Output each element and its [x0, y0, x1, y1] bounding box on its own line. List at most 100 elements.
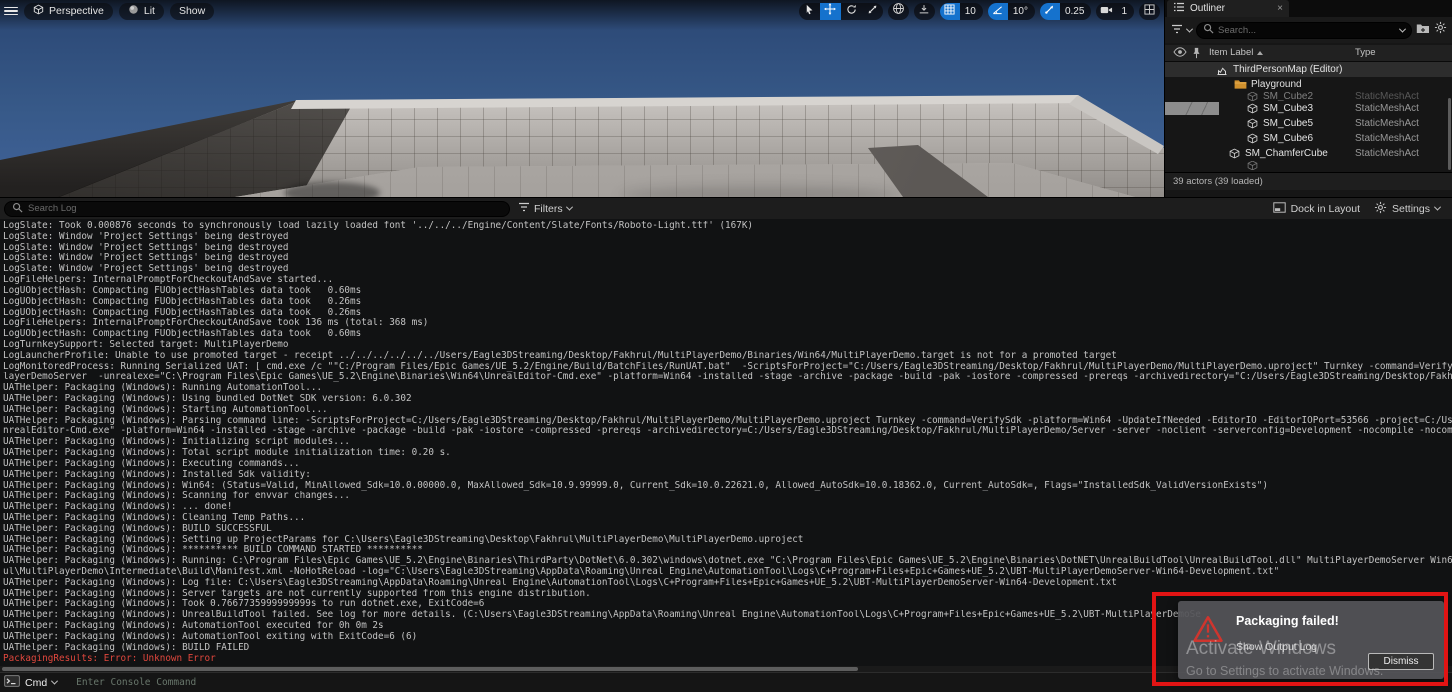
outliner-item-type: StaticMeshAct — [1355, 148, 1447, 159]
log-line: LogUObjectHash: Compacting FUObjectHashT… — [3, 308, 1452, 319]
console-mode-dropdown[interactable]: Cmd — [25, 677, 47, 689]
row-swatch — [1165, 102, 1219, 115]
viewport-layout-button[interactable] — [1139, 3, 1160, 20]
outliner-row[interactable]: ThirdPersonMap (Editor) — [1165, 62, 1452, 77]
filters-dropdown[interactable]: Filters — [518, 202, 572, 215]
dock-in-layout-button[interactable]: Dock in Layout — [1273, 202, 1360, 216]
mesh-icon — [1245, 92, 1259, 101]
outliner-row[interactable]: SM_ChamferCube StaticMeshAct — [1165, 146, 1452, 161]
quad-view-icon — [1144, 3, 1155, 20]
camera-speed-control[interactable]: 1 — [1096, 3, 1134, 20]
outliner-settings-icon[interactable] — [1434, 21, 1447, 39]
log-line: ul\MultiPlayerDemo\Intermediate\Build\Ma… — [3, 567, 1452, 578]
outliner-search-box[interactable] — [1196, 22, 1412, 39]
log-line: UATHelper: Packaging (Windows): Total sc… — [3, 448, 1452, 459]
outliner-row[interactable]: Playground — [1165, 77, 1452, 92]
world-local-toggle[interactable] — [888, 3, 909, 20]
show-button[interactable]: Show — [170, 3, 214, 20]
outliner-footer: 39 actors (39 loaded) — [1165, 172, 1452, 190]
viewport-menu-icon[interactable] — [4, 5, 18, 17]
surface-snapping-button[interactable] — [914, 3, 935, 20]
scale-snap-control[interactable]: 0.25 — [1040, 3, 1091, 20]
select-tool-button[interactable] — [799, 3, 820, 20]
mesh-icon — [1227, 148, 1241, 159]
move-icon — [824, 3, 836, 20]
grid-snap-value: 10 — [960, 6, 983, 17]
transform-tool-group — [799, 3, 883, 20]
outliner-item-type: StaticMeshAct — [1355, 133, 1447, 144]
log-line: UATHelper: Packaging (Windows): Server t… — [3, 589, 1452, 600]
rotation-snap-icon — [988, 3, 1008, 20]
new-folder-icon[interactable] — [1416, 21, 1430, 39]
outliner-item-type: StaticMeshAct — [1355, 92, 1447, 101]
type-column-header[interactable]: Type — [1355, 47, 1376, 58]
outliner-row[interactable] — [1165, 161, 1452, 170]
log-search-input[interactable] — [28, 203, 502, 214]
pin-column-icon[interactable] — [1192, 47, 1201, 62]
visibility-column-icon[interactable] — [1173, 47, 1187, 60]
log-text-area[interactable]: LogSlate: Took 0.000876 seconds to synch… — [3, 221, 1452, 665]
outliner-row[interactable]: SM_Cube5StaticMeshAct — [1165, 116, 1452, 131]
outliner-item-label: Playground — [1251, 79, 1302, 90]
log-line: LogTurnkeySupport: Selected target: Mult… — [3, 340, 1452, 351]
grid-snap-icon — [940, 3, 960, 20]
outliner-icon — [1173, 2, 1185, 15]
chevron-down-icon[interactable] — [51, 678, 58, 685]
viewport-3d[interactable]: Perspective Lit Show 10 10° — [0, 0, 1164, 197]
outliner-panel: Outliner × Item Label Type ThirdPersonMa… — [1164, 0, 1452, 197]
outliner-row[interactable]: SM_Cube3StaticMeshAct — [1165, 101, 1452, 116]
dock-label: Dock in Layout — [1291, 203, 1360, 215]
tab-outliner[interactable]: Outliner × — [1167, 0, 1289, 17]
camera-icon — [1096, 3, 1116, 20]
move-tool-button[interactable] — [820, 3, 841, 20]
log-line: UATHelper: Packaging (Windows): Installe… — [3, 470, 1452, 481]
chevron-down-icon — [1434, 204, 1441, 211]
filter-icon[interactable] — [1171, 21, 1183, 39]
log-line: UATHelper: Packaging (Windows): ... done… — [3, 502, 1452, 513]
rotate-tool-button[interactable] — [841, 3, 862, 20]
log-line: LogUObjectHash: Compacting FUObjectHashT… — [3, 297, 1452, 308]
activate-windows-watermark: Activate Windows — [1186, 638, 1336, 660]
log-search-box[interactable] — [4, 201, 510, 217]
log-line: UATHelper: Packaging (Windows): Cleaning… — [3, 513, 1452, 524]
outliner-scrollbar[interactable] — [1448, 98, 1451, 170]
outliner-item-label: SM_Cube6 — [1263, 133, 1313, 144]
lit-button[interactable]: Lit — [119, 3, 164, 20]
log-line: UATHelper: Packaging (Windows): BUILD SU… — [3, 524, 1452, 535]
log-line: LogFileHelpers: InternalPromptForCheckou… — [3, 318, 1452, 329]
level-icon — [1215, 64, 1229, 76]
globe-icon — [892, 3, 905, 20]
log-line: UATHelper: Packaging (Windows): Executin… — [3, 459, 1452, 470]
mesh-icon — [1245, 103, 1259, 114]
log-line: UATHelper: Packaging (Windows): Log file… — [3, 578, 1452, 589]
close-tab-icon[interactable]: × — [1277, 3, 1283, 14]
log-settings-dropdown[interactable]: Settings — [1374, 201, 1440, 217]
chevron-down-icon[interactable] — [1186, 25, 1193, 32]
grid-snap-control[interactable]: 10 — [940, 3, 983, 20]
log-line: UATHelper: Packaging (Windows): Win64: (… — [3, 481, 1452, 492]
outliner-row[interactable]: SM_Cube6 StaticMeshAct — [1165, 131, 1452, 146]
log-line: UATHelper: Packaging (Windows): Initiali… — [3, 437, 1452, 448]
rotate-icon — [846, 3, 857, 20]
actor-count-label: 39 actors (39 loaded) — [1173, 176, 1263, 187]
filter-icon — [518, 202, 530, 215]
chevron-down-icon[interactable] — [1399, 25, 1406, 32]
log-line: UATHelper: Packaging (Windows): Setting … — [3, 535, 1452, 546]
scrollbar-thumb[interactable] — [2, 667, 858, 671]
outliner-row[interactable]: SM_Cube2StaticMeshAct — [1165, 92, 1452, 101]
chevron-down-icon — [566, 204, 573, 211]
outliner-toolbar — [1165, 17, 1452, 43]
rotation-snap-control[interactable]: 10° — [988, 3, 1035, 20]
scale-tool-button[interactable] — [862, 3, 883, 20]
viewport-toolbar: Perspective Lit Show 10 10° — [0, 0, 1164, 22]
log-line: LogUObjectHash: Compacting FUObjectHashT… — [3, 286, 1452, 297]
outliner-item-type: StaticMeshAct — [1355, 103, 1447, 114]
item-label-column-header[interactable]: Item Label — [1209, 47, 1263, 58]
outliner-item-label: SM_ChamferCube — [1245, 148, 1328, 159]
outliner-rows: ThirdPersonMap (Editor) Playground SM_Cube… — [1165, 62, 1452, 172]
toast-title: Packaging failed! — [1236, 614, 1339, 628]
show-label: Show — [179, 5, 205, 17]
outliner-search-input[interactable] — [1218, 25, 1396, 36]
settings-label: Settings — [1392, 203, 1430, 215]
perspective-button[interactable]: Perspective — [24, 3, 113, 20]
